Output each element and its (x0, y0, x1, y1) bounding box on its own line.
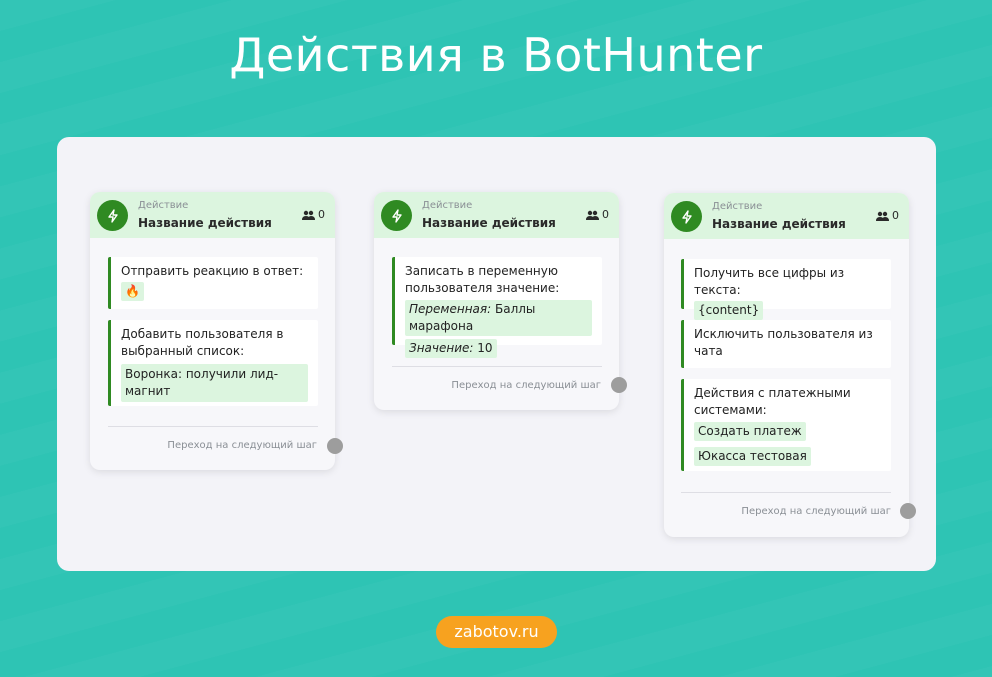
action-add-to-list[interactable]: Добавить пользователя в выбранный список… (108, 320, 318, 406)
users-counter: 0 (586, 208, 609, 221)
action-exclude-user[interactable]: Исключить пользователя из чата (681, 320, 891, 368)
users-counter: 0 (876, 209, 899, 222)
value-key: Значение: (409, 341, 474, 355)
variable-key: Переменная: (409, 302, 492, 316)
create-payment-tag: Создать платеж (694, 422, 806, 441)
site-badge[interactable]: zabotov.ru (436, 616, 557, 648)
next-step-connector[interactable] (327, 438, 343, 454)
action-label: Отправить реакцию в ответ: (121, 264, 304, 278)
card-header: Действие Название действия 0 (664, 193, 909, 239)
lightning-icon (671, 201, 702, 232)
action-extract-digits[interactable]: Получить все цифры из текста: {content} (681, 259, 891, 320)
payment-system-tag: Юкасса тестовая (694, 447, 811, 466)
card-type-label: Действие (138, 200, 189, 211)
lightning-icon (381, 200, 412, 231)
action-card-2[interactable]: Действие Название действия 0 Записать в … (374, 192, 627, 410)
action-card-3[interactable]: Действие Название действия 0 Получить вс… (664, 193, 916, 537)
value-tag: Значение: 10 (405, 339, 497, 358)
users-counter: 0 (302, 208, 325, 221)
reaction-tag: 🔥 (121, 282, 144, 301)
card-name: Название действия (138, 216, 272, 230)
next-step-connector[interactable] (900, 503, 916, 519)
action-label: Исключить пользователя из чата (694, 327, 873, 358)
divider (681, 492, 891, 493)
action-payment-systems[interactable]: Действия с платежными системами: Создать… (681, 379, 891, 471)
card-header: Действие Название действия 0 (374, 192, 619, 238)
action-label: Действия с платежными системами: (694, 386, 851, 417)
users-icon (586, 210, 599, 220)
value-value: 10 (477, 341, 493, 355)
action-set-variable[interactable]: Записать в переменную пользователя значе… (392, 257, 602, 358)
users-count: 0 (602, 208, 609, 221)
page-title: Действия в BotHunter (229, 28, 763, 82)
action-label: Добавить пользователя в выбранный список… (121, 327, 284, 358)
users-icon (302, 210, 315, 220)
divider (108, 426, 318, 427)
card-type-label: Действие (712, 201, 763, 212)
card-name: Название действия (422, 216, 556, 230)
action-send-reaction[interactable]: Отправить реакцию в ответ: 🔥 (108, 257, 318, 309)
card-header: Действие Название действия 0 (90, 192, 335, 238)
lightning-icon (97, 200, 128, 231)
action-card-1[interactable]: Действие Название действия 0 Отправить р… (90, 192, 343, 470)
card-name: Название действия (712, 217, 846, 231)
card-type-label: Действие (422, 200, 473, 211)
users-count: 0 (318, 208, 325, 221)
variable-tag: Переменная: Баллы марафона (405, 300, 592, 336)
content-tag: {content} (694, 301, 764, 320)
users-count: 0 (892, 209, 899, 222)
list-tag: Воронка: получили лид-магнит (121, 364, 308, 402)
next-step-label: Переход на следующий шаг (741, 506, 891, 517)
divider (392, 366, 602, 367)
action-label: Получить все цифры из текста: (694, 266, 845, 297)
next-step-connector[interactable] (611, 377, 627, 393)
next-step-label: Переход на следующий шаг (167, 440, 317, 451)
next-step-label: Переход на следующий шаг (451, 380, 601, 391)
action-label: Записать в переменную пользователя значе… (405, 264, 560, 295)
users-icon (876, 211, 889, 221)
